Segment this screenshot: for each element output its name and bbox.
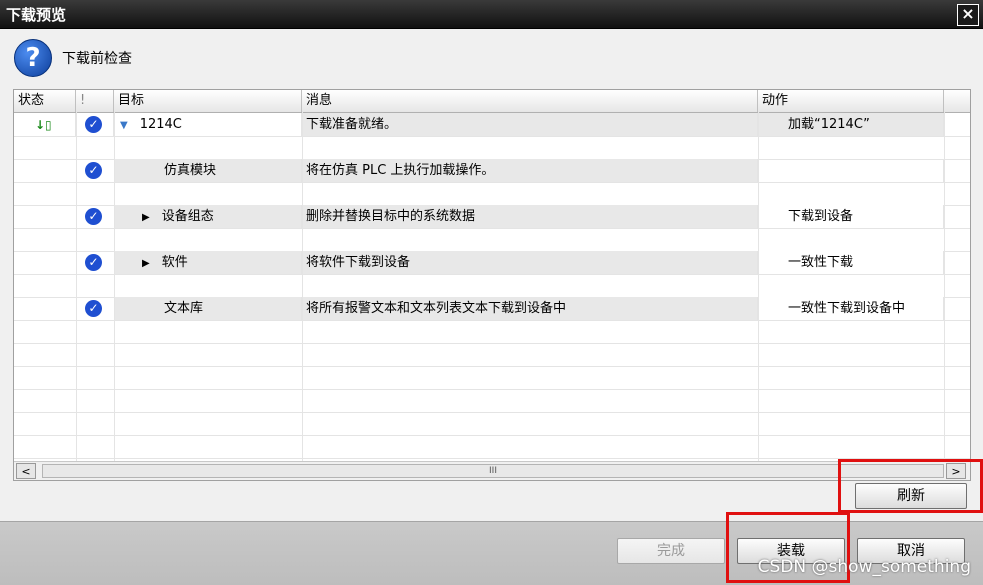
check-icon: ✓ (85, 208, 102, 225)
table-row-spacer (14, 136, 970, 160)
row-target: 文本库 (114, 297, 302, 320)
row-action[interactable] (758, 159, 944, 182)
row-action[interactable]: 一致性下载 (758, 251, 944, 274)
expand-down-icon[interactable]: ▼ (120, 114, 128, 136)
table-row[interactable]: ✓ ▶ 设备组态 删除并替换目标中的系统数据 下载到设备 (14, 205, 970, 229)
title-bar: 下载预览 × (0, 0, 983, 29)
row-action[interactable]: 加载“1214C” (758, 113, 944, 136)
table-row[interactable]: ↓▯ ✓ ▼ 1214C 下载准备就绪。 加载“1214C” (14, 113, 970, 137)
row-message: 将软件下载到设备 (302, 251, 758, 274)
empty-row (14, 320, 970, 344)
download-preview-table: 状态 ! 目标 消息 动作 ↓▯ ✓ ▼ 1214C 下载准备就绪。 加载“121… (13, 89, 971, 481)
section-title: 下载前检查 (62, 51, 132, 67)
horizontal-scrollbar[interactable]: < III > (14, 461, 970, 480)
row-target: 1214C (139, 117, 182, 132)
row-target: 仿真模块 (114, 159, 302, 182)
watermark: CSDN @show_something (757, 557, 971, 577)
download-status-icon: ↓▯ (35, 118, 52, 132)
column-action[interactable]: 动作 (758, 90, 944, 112)
row-action[interactable]: 下载到设备 (758, 205, 944, 228)
expand-right-icon[interactable]: ▶ (142, 252, 150, 274)
scroll-left-icon[interactable]: < (16, 463, 36, 479)
check-icon: ✓ (85, 300, 102, 317)
empty-row (14, 435, 970, 459)
table-row-spacer (14, 182, 970, 206)
grid-line (944, 112, 945, 462)
scroll-thumb[interactable]: III (42, 464, 944, 478)
table-row[interactable]: ✓ ▶ 软件 将软件下载到设备 一致性下载 (14, 251, 970, 275)
empty-row (14, 389, 970, 413)
column-alert[interactable]: ! (76, 90, 114, 112)
row-message: 将所有报警文本和文本列表文本下载到设备中 (302, 297, 758, 320)
row-message: 将在仿真 PLC 上执行加载操作。 (302, 159, 758, 182)
empty-row (14, 366, 970, 390)
table-row-spacer (14, 274, 970, 298)
column-status[interactable]: 状态 (14, 90, 76, 112)
row-message: 删除并替换目标中的系统数据 (302, 205, 758, 228)
grid-line (302, 112, 303, 462)
row-action[interactable]: 一致性下载到设备中 (758, 297, 944, 320)
grid-line (758, 112, 759, 462)
table-row-spacer (14, 228, 970, 252)
check-icon: ✓ (85, 254, 102, 271)
empty-row (14, 343, 970, 367)
grid-line (114, 112, 115, 462)
check-icon: ✓ (85, 162, 102, 179)
column-message[interactable]: 消息 (302, 90, 758, 112)
row-target: 设备组态 (161, 209, 214, 224)
check-icon: ✓ (85, 116, 102, 133)
scroll-right-icon[interactable]: > (946, 463, 966, 479)
dialog-content: ? 下载前检查 状态 ! 目标 消息 动作 ↓▯ ✓ ▼ 1214C 下载准备就绪… (0, 29, 983, 521)
grid-line (76, 112, 77, 462)
dialog-footer: 完成 装载 取消 CSDN @show_something (0, 512, 983, 585)
refresh-button[interactable]: 刷新 (855, 483, 967, 509)
row-message: 下载准备就绪。 (302, 113, 758, 136)
close-button[interactable]: × (957, 4, 979, 26)
window-title: 下载预览 (6, 6, 67, 24)
question-icon: ? (14, 39, 52, 77)
row-target: 软件 (161, 255, 188, 270)
table-header: 状态 ! 目标 消息 动作 (14, 90, 970, 113)
finish-button[interactable]: 完成 (617, 538, 725, 564)
empty-row (14, 412, 970, 436)
column-target[interactable]: 目标 (114, 90, 302, 112)
expand-right-icon[interactable]: ▶ (142, 206, 150, 228)
table-row[interactable]: ✓ 文本库 将所有报警文本和文本列表文本下载到设备中 一致性下载到设备中 (14, 297, 970, 321)
table-row[interactable]: ✓ 仿真模块 将在仿真 PLC 上执行加载操作。 (14, 159, 970, 183)
